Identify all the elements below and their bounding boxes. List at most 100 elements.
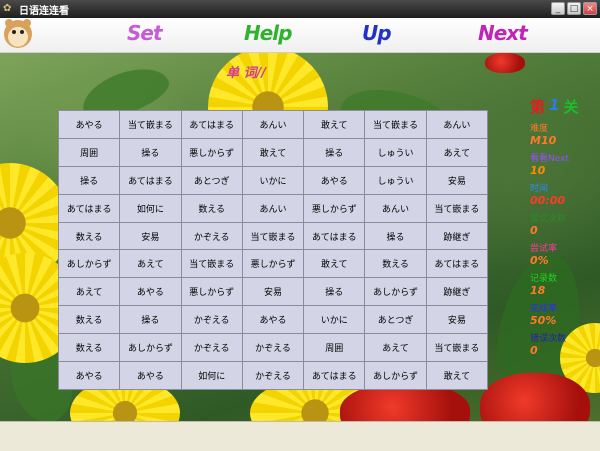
- word-tile[interactable]: 操る: [59, 166, 120, 194]
- word-tile[interactable]: 数える: [59, 222, 120, 250]
- word-tile[interactable]: あしからず: [365, 278, 426, 306]
- word-tile[interactable]: あしからず: [365, 362, 426, 389]
- level-indicator: 第 1 关: [530, 96, 600, 117]
- word-tile[interactable]: あてはまる: [181, 111, 242, 138]
- word-tile[interactable]: あんい: [242, 194, 304, 222]
- word-tile[interactable]: しゅうい: [365, 166, 426, 194]
- word-tile[interactable]: 敢えて: [304, 111, 365, 138]
- stat-value: 00:00: [530, 194, 566, 207]
- word-tile[interactable]: 操る: [304, 278, 365, 306]
- word-tile[interactable]: かぞえる: [181, 222, 242, 250]
- stat-item: 看看Next 10: [530, 151, 600, 177]
- stat-item: 时间 00:00: [530, 181, 600, 207]
- word-tile[interactable]: あやる: [59, 111, 120, 138]
- stat-value: 0: [530, 344, 538, 357]
- word-tile[interactable]: 操る: [120, 138, 181, 166]
- word-tile[interactable]: あんい: [426, 111, 487, 138]
- red-flower-icon: [485, 53, 525, 73]
- word-tile[interactable]: 当て嵌まる: [120, 111, 181, 138]
- word-tile[interactable]: あてはまる: [304, 362, 365, 389]
- stat-label: 看看Next: [530, 154, 569, 164]
- word-tile[interactable]: あてはまる: [120, 166, 181, 194]
- word-tile[interactable]: あやる: [120, 362, 181, 389]
- word-tile[interactable]: あてはまる: [59, 194, 120, 222]
- maximize-icon[interactable]: □: [567, 2, 581, 15]
- word-tile[interactable]: 数える: [365, 250, 426, 278]
- word-tile[interactable]: 敢えて: [242, 138, 304, 166]
- app-icon: ✿: [3, 3, 12, 14]
- word-tile[interactable]: 敢えて: [426, 362, 487, 389]
- stat-label: 记录数: [530, 274, 558, 284]
- word-tile[interactable]: 当て嵌まる: [426, 334, 487, 362]
- word-tile[interactable]: 敢えて: [304, 250, 365, 278]
- stat-value: M10: [530, 134, 557, 147]
- word-tile[interactable]: 操る: [304, 138, 365, 166]
- word-tile[interactable]: いかに: [304, 306, 365, 334]
- stat-label: 难度: [530, 124, 549, 134]
- word-tile[interactable]: あやる: [304, 166, 365, 194]
- word-tile[interactable]: あてはまる: [426, 250, 487, 278]
- stat-label: 时间: [530, 184, 549, 194]
- word-tile[interactable]: 当て嵌まる: [181, 250, 242, 278]
- word-tile[interactable]: あやる: [242, 306, 304, 334]
- stat-item: 记录数 18: [530, 271, 600, 297]
- stat-value: 0: [530, 224, 538, 237]
- word-tile[interactable]: かぞえる: [242, 362, 304, 389]
- word-tile[interactable]: あんい: [365, 194, 426, 222]
- word-tile[interactable]: あやる: [59, 362, 120, 389]
- status-bar: [0, 421, 600, 451]
- stat-item: 错误次数 0: [530, 331, 600, 357]
- word-tile[interactable]: あやる: [120, 278, 181, 306]
- stat-label: 错误次数: [530, 334, 567, 344]
- word-tile[interactable]: あとつぎ: [365, 306, 426, 334]
- set-button[interactable]: Set: [127, 21, 163, 45]
- help-button[interactable]: Help: [244, 21, 292, 45]
- word-tile[interactable]: あしからず: [59, 250, 120, 278]
- word-tile[interactable]: いかに: [242, 166, 304, 194]
- word-tile[interactable]: 数える: [181, 194, 242, 222]
- word-tile[interactable]: あえて: [59, 278, 120, 306]
- red-flower-icon: [480, 373, 590, 421]
- word-tile[interactable]: かぞえる: [242, 334, 304, 362]
- word-tile[interactable]: 跡継ぎ: [426, 222, 487, 250]
- word-tile[interactable]: かぞえる: [181, 306, 242, 334]
- word-tile[interactable]: 周囲: [59, 138, 120, 166]
- word-tile[interactable]: あしからず: [120, 334, 181, 362]
- word-tile[interactable]: 当て嵌まる: [365, 111, 426, 138]
- word-tile[interactable]: 当て嵌まる: [242, 222, 304, 250]
- word-tile[interactable]: 安易: [242, 278, 304, 306]
- word-tile[interactable]: 操る: [120, 306, 181, 334]
- word-tile[interactable]: 悪しからず: [304, 194, 365, 222]
- word-tile[interactable]: 周囲: [304, 334, 365, 362]
- word-tile[interactable]: あえて: [365, 334, 426, 362]
- word-tile[interactable]: しゅうい: [365, 138, 426, 166]
- word-tile[interactable]: あえて: [426, 138, 487, 166]
- level-number: 1: [549, 96, 560, 114]
- word-tile-grid: あやる 当て嵌まる あてはまる あんい 敢えて 当て嵌まる あんい 周囲 操る 悪しからず 敢えて操…: [58, 110, 488, 390]
- word-tile[interactable]: 如何に: [120, 194, 181, 222]
- close-icon[interactable]: ×: [583, 2, 597, 15]
- next-button[interactable]: Next: [478, 21, 528, 45]
- word-tile[interactable]: 安易: [426, 166, 487, 194]
- word-tile[interactable]: あんい: [242, 111, 304, 138]
- word-tile[interactable]: 跡継ぎ: [426, 278, 487, 306]
- up-button[interactable]: Up: [362, 21, 392, 45]
- word-tile[interactable]: あてはまる: [304, 222, 365, 250]
- word-tile[interactable]: 如何に: [181, 362, 242, 389]
- stat-item: 尝试次数 0: [530, 211, 600, 237]
- word-tile[interactable]: 数える: [59, 306, 120, 334]
- word-tile[interactable]: 悪しからず: [242, 250, 304, 278]
- word-tile[interactable]: 操る: [365, 222, 426, 250]
- word-tile[interactable]: 安易: [120, 222, 181, 250]
- word-tile[interactable]: 悪しからず: [181, 278, 242, 306]
- word-tile[interactable]: 数える: [59, 334, 120, 362]
- menu-bar: Set Help Up Next: [0, 18, 600, 53]
- word-tile[interactable]: かぞえる: [181, 334, 242, 362]
- word-tile[interactable]: 当て嵌まる: [426, 194, 487, 222]
- minimize-icon[interactable]: _: [551, 2, 565, 15]
- word-tile[interactable]: 悪しからず: [181, 138, 242, 166]
- word-tile[interactable]: あとつぎ: [181, 166, 242, 194]
- stats-list: 难度 M10 看看Next 10 时间 00:00 尝试次数 0 尝试率 0% 记录数 18 完成率 50…: [530, 121, 600, 357]
- word-tile[interactable]: 安易: [426, 306, 487, 334]
- word-tile[interactable]: あえて: [120, 250, 181, 278]
